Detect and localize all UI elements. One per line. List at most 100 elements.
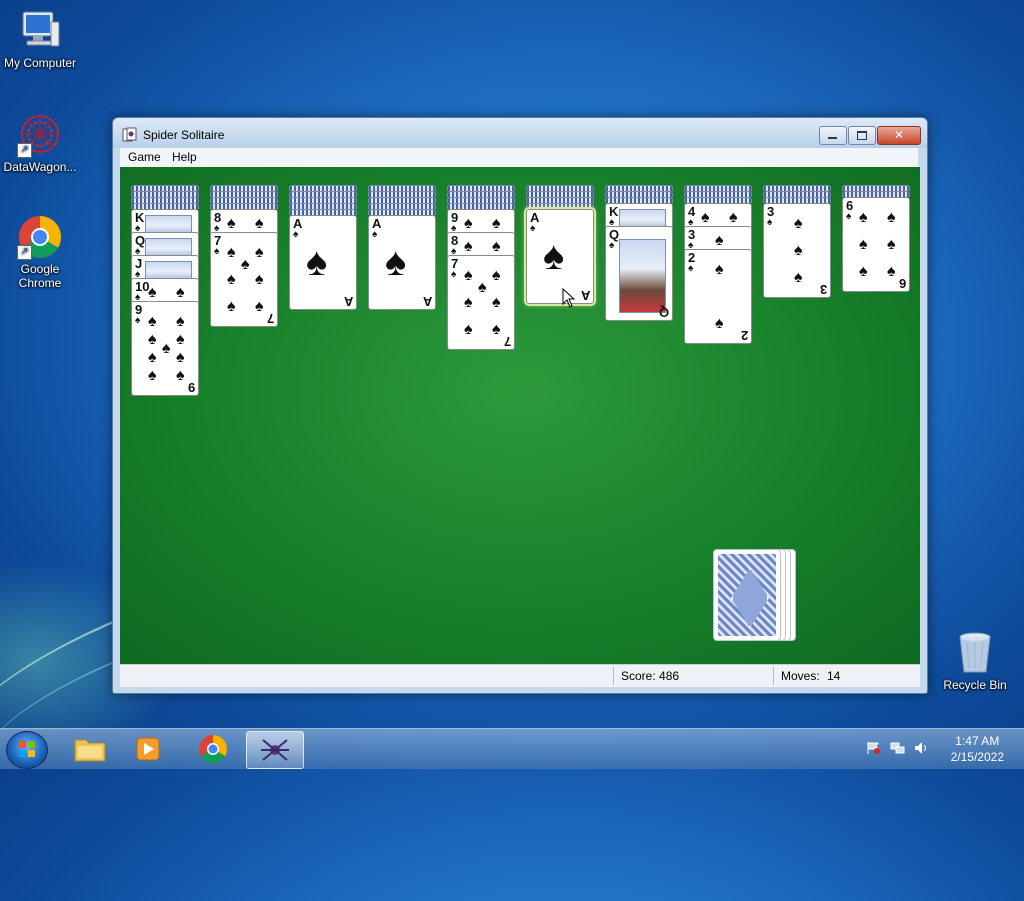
desktop-icon-label: Recycle Bin [943,678,1007,692]
shortcut-arrow-icon: ↗ [17,245,32,260]
status-divider [773,667,774,685]
spade-icon: ♠ [887,263,896,280]
card-rank: 6 [898,276,906,291]
face-card-art [619,209,666,227]
spade-icon: ♠ [846,211,852,222]
start-button[interactable] [6,731,48,769]
card-rank: A [343,294,353,309]
spade-icon: ♠ [464,294,473,311]
spade-icon: ♠ [492,238,501,255]
spade-icon: ♠ [887,209,896,226]
spade-icon: ♠ [148,331,157,348]
network-icon[interactable] [890,741,905,755]
card-q-of-spades[interactable]: Q ♠ Q [605,226,673,321]
spade-icon: ♠ [859,263,868,280]
minimize-button[interactable] [819,126,847,145]
title-bar[interactable]: Spider Solitaire ✕ [113,118,927,148]
spade-icon: ♠ [492,321,501,338]
taskbar-spider-solitaire[interactable] [246,731,304,769]
card-6-of-spades[interactable]: 6 ♠ ♠ ♠ ♠ ♠ ♠ ♠ 6 [842,197,910,292]
spade-icon: ♠ [255,215,264,232]
chrome-icon: ↗ [17,214,63,260]
close-button[interactable]: ✕ [877,126,921,145]
windows-logo-icon [19,741,35,757]
card-rank: 7 [503,334,511,349]
spade-icon: ♠ [293,229,299,240]
spade-icon: ♠ [214,246,220,257]
card-back-diamond [731,568,769,628]
spade-icon: ♠ [306,240,328,284]
card-7-of-spades[interactable]: 7 ♠ ♠ ♠ ♠ ♠ ♠ ♠ ♠ 7 [447,255,515,350]
spade-icon: ♠ [715,315,724,332]
desktop-icon-my-computer[interactable]: My Computer [0,8,80,70]
spade-icon: ♠ [492,215,501,232]
maximize-button[interactable] [848,126,876,145]
spade-icon: ♠ [176,331,185,348]
spade-icon: ♠ [385,240,407,284]
spade-icon: ♠ [162,340,171,357]
spade-icon: ♠ [255,244,264,261]
spade-icon: ♠ [464,321,473,338]
datawagon-icon: ↗ [17,112,63,158]
card-a-of-spades[interactable]: A ♠ ♠ A [526,209,594,304]
spade-icon: ♠ [688,263,694,274]
desktop-icon-label: DataWagon... [3,160,77,174]
card-9-of-spades[interactable]: 9 ♠ ♠ ♠ ♠ ♠ ♠ ♠ ♠ ♠ ♠ 9 [131,301,199,396]
clock-date: 2/15/2022 [950,750,1004,764]
desktop-icon-label: My Computer [3,56,77,70]
spade-icon: ♠ [176,284,185,301]
spade-icon: ♠ [176,367,185,384]
taskbar-chrome[interactable] [185,731,241,767]
spade-icon: ♠ [530,223,536,234]
card-a-of-spades[interactable]: A ♠ ♠ A [289,215,357,310]
card-rank: A [580,288,590,303]
system-clock[interactable]: 1:47 AM 2/15/2022 [951,733,1004,765]
spade-icon: ♠ [767,217,773,228]
status-divider [613,667,614,685]
spade-icon: ♠ [227,298,236,315]
stock-pile[interactable] [713,549,781,641]
card-2-of-spades[interactable]: 2 ♠ ♠ ♠ 2 [684,249,752,344]
spade-icon: ♠ [492,294,501,311]
spider-icon [261,739,289,761]
card-rank: 9 [187,380,195,395]
spade-icon: ♠ [241,256,250,273]
moves-label: Moves: [781,669,820,683]
spade-icon: ♠ [478,279,487,296]
clock-time: 1:47 AM [955,734,1000,748]
taskbar-media-player[interactable] [120,731,176,767]
card-rank: Q [658,305,669,320]
spade-icon: ♠ [543,234,565,278]
shortcut-arrow-icon: ↗ [17,143,32,158]
spade-icon: ♠ [255,271,264,288]
desktop-icon-label: Google Chrome [18,262,62,290]
spade-icon: ♠ [148,313,157,330]
menu-help[interactable]: Help [172,150,197,164]
maximize-icon [857,131,867,140]
card-7-of-spades[interactable]: 7 ♠ ♠ ♠ ♠ ♠ ♠ ♠ ♠ 7 [210,232,278,327]
card-rank: 7 [266,311,274,326]
card-a-of-spades[interactable]: A ♠ ♠ A [368,215,436,310]
action-center-icon[interactable] [866,741,881,755]
window-title: Spider Solitaire [143,128,225,142]
close-icon: ✕ [893,128,905,142]
desktop-icon-recycle-bin[interactable]: Recycle Bin [935,630,1015,692]
spade-icon: ♠ [451,269,457,280]
spade-icon: ♠ [859,209,868,226]
taskbar-explorer[interactable] [62,731,118,767]
spade-icon: ♠ [227,271,236,288]
desktop-icon-datawagon[interactable]: ↗ DataWagon... [0,112,80,174]
spade-icon: ♠ [464,267,473,284]
spade-icon: ♠ [887,236,896,253]
game-table[interactable]: K ♠ Q ♠ J ♠ 10 ♠ ♠ ♠ 9 ♠ ♠ ♠ ♠ ♠ ♠ ♠ ♠ ♠ ♠ 9 8 ♠ ♠ ♠ 7 ♠ ♠ ♠ ♠ ♠ ♠ ♠ ♠ 7 A ♠ ♠… [120,167,920,664]
folder-icon [74,739,106,762]
card-3-of-spades[interactable]: 3 ♠ ♠ ♠ ♠ 3 [763,203,831,298]
menu-game[interactable]: Game [128,150,161,164]
spade-icon: ♠ [609,240,615,251]
face-card-art [145,261,192,279]
spade-icon: ♠ [794,269,803,286]
volume-icon[interactable] [914,741,929,755]
desktop-icon-google-chrome[interactable]: ↗ Google Chrome [0,214,80,290]
card-rank: A [422,294,432,309]
recycle-bin-icon [952,630,998,676]
